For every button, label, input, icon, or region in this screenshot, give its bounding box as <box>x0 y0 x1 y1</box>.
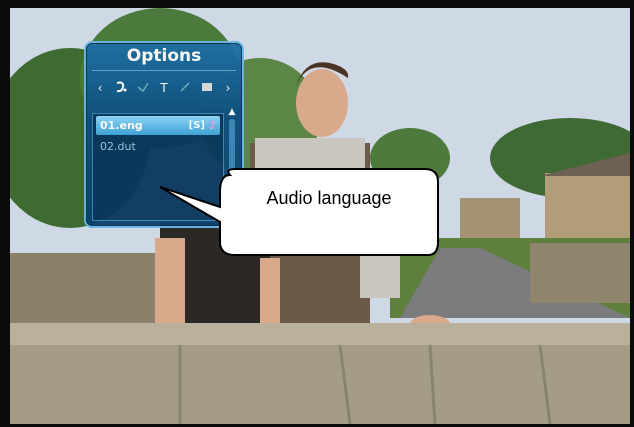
right-arrow-icon[interactable]: › <box>220 81 236 95</box>
teletext-icon[interactable] <box>199 81 215 96</box>
edit-icon[interactable] <box>177 81 193 96</box>
audio-icon[interactable] <box>113 80 129 97</box>
options-toolbar: ‹ T › <box>92 78 236 98</box>
audio-track-item-selected[interactable]: 01.eng [S] ♪ <box>96 116 220 135</box>
stereo-tag: [S] <box>188 120 205 131</box>
track-label: 01.eng <box>100 119 143 132</box>
subtitle-icon[interactable] <box>135 81 151 96</box>
audio-track-item[interactable]: 02.dut <box>96 137 220 156</box>
left-arrow-icon[interactable]: ‹ <box>92 81 108 95</box>
screen-frame: Options ‹ T › 01.eng [S] ♪ 02.dut ▲ Audi… <box>0 0 634 427</box>
track-label: 02.dut <box>100 140 136 153</box>
speaker-icon: ♪ <box>208 119 216 132</box>
callout-label: Audio language <box>266 188 392 208</box>
text-icon[interactable]: T <box>156 81 172 95</box>
audio-language-callout: Audio language <box>160 167 439 256</box>
options-title: Options <box>126 46 202 66</box>
scroll-up-icon[interactable]: ▲ <box>227 107 237 117</box>
title-divider <box>92 70 236 71</box>
